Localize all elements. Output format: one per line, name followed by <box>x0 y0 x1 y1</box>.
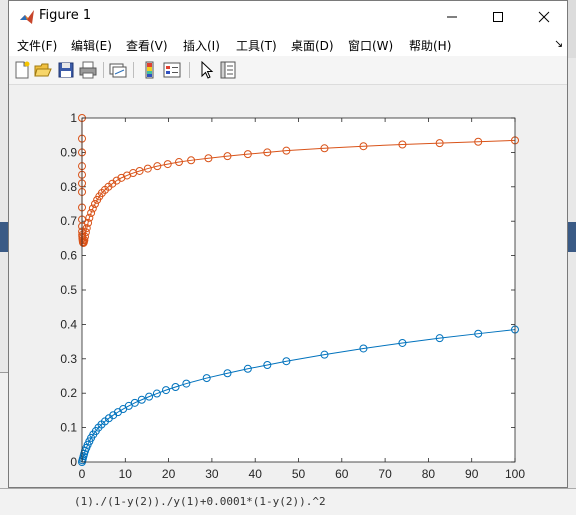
colorbar-icon[interactable] <box>141 61 159 79</box>
toolbar <box>9 56 567 85</box>
link-plot-icon[interactable] <box>109 61 127 79</box>
background-panel-strip <box>0 222 8 252</box>
x-tick-label: 80 <box>422 467 436 481</box>
legend-icon[interactable] <box>163 61 181 79</box>
menu-insert[interactable]: 插入(I) <box>183 37 220 54</box>
close-icon <box>538 11 550 22</box>
menu-desktop[interactable]: 桌面(D) <box>291 37 334 54</box>
background-command-line: (1)./(1-y(2))./y(1)+0.0001*(1-y(2)).^2 <box>0 488 576 515</box>
maximize-icon <box>493 11 503 22</box>
toolbar-separator <box>103 62 104 78</box>
x-tick-label: 90 <box>465 467 479 481</box>
menu-help[interactable]: 帮助(H) <box>409 37 451 54</box>
background-command-text: (1)./(1-y(2))./y(1)+0.0001*(1-y(2)).^2 <box>74 495 326 508</box>
toolbar-separator <box>133 62 134 78</box>
background-command-panel <box>0 372 8 493</box>
open-icon[interactable] <box>34 61 52 79</box>
x-tick-label: 20 <box>162 467 176 481</box>
maximize-button[interactable] <box>475 1 521 32</box>
y-tick-label: 0.3 <box>60 352 77 366</box>
y-tick-label: 0.6 <box>60 249 77 263</box>
figure-canvas: 0 10 20 30 40 50 60 70 80 90 100 0 0.1 0.2 0.3 0.4 0.5 0.… <box>9 85 567 487</box>
menu-bar: 文件(F) 编辑(E) 查看(V) 插入(I) 工具(T) 桌面(D) 窗口(W… <box>9 32 567 56</box>
title-bar[interactable]: Figure 1 <box>9 1 567 32</box>
y-tick-label: 0.4 <box>60 317 77 331</box>
x-tick-label: 40 <box>249 467 263 481</box>
y-tick-label: 0 <box>70 455 77 469</box>
close-button[interactable] <box>521 1 567 32</box>
background-panel-strip-right <box>568 222 576 252</box>
property-inspector-icon[interactable] <box>219 61 237 79</box>
menu-file[interactable]: 文件(F) <box>17 37 57 54</box>
y-tick-label: 0.8 <box>60 180 77 194</box>
y-tick-label: 0.5 <box>60 283 77 297</box>
y-tick-label: 0.9 <box>60 145 77 159</box>
x-tick-label: 10 <box>119 467 133 481</box>
minimize-button[interactable] <box>429 1 475 32</box>
x-tick-label: 30 <box>205 467 219 481</box>
x-tick-label: 0 <box>79 467 86 481</box>
x-tick-label: 100 <box>505 467 525 481</box>
y-tick-label: 0.1 <box>60 421 77 435</box>
save-icon[interactable] <box>57 61 75 79</box>
menu-edit[interactable]: 编辑(E) <box>71 37 112 54</box>
menu-view[interactable]: 查看(V) <box>126 37 168 54</box>
dock-arrow-icon[interactable]: ↘ <box>554 37 563 50</box>
print-icon[interactable] <box>79 61 97 79</box>
x-tick-label: 70 <box>378 467 392 481</box>
y-tick-label: 0.2 <box>60 386 77 400</box>
background-window-left <box>0 0 8 514</box>
x-tick-label: 50 <box>292 467 306 481</box>
x-tick-label: 60 <box>335 467 349 481</box>
matlab-app-icon <box>20 10 34 24</box>
menu-tools[interactable]: 工具(T) <box>236 37 277 54</box>
minimize-icon <box>447 16 457 17</box>
window-title: Figure 1 <box>39 8 92 23</box>
axes-background <box>82 118 515 462</box>
background-window-right <box>568 58 576 514</box>
y-tick-label: 0.7 <box>60 214 77 228</box>
menu-window[interactable]: 窗口(W) <box>348 37 393 54</box>
y-tick-label: 1 <box>70 111 77 125</box>
figure-window: Figure 1 文件(F) 编辑(E) 查看(V) 插入(I) 工具(T) 桌… <box>8 0 568 488</box>
pointer-icon[interactable] <box>197 61 215 79</box>
new-figure-icon[interactable] <box>13 61 31 79</box>
toolbar-separator <box>189 62 190 78</box>
line-plot[interactable]: 0 10 20 30 40 50 60 70 80 90 100 0 0.1 0.2 0.3 0.4 0.5 0.… <box>9 85 567 487</box>
